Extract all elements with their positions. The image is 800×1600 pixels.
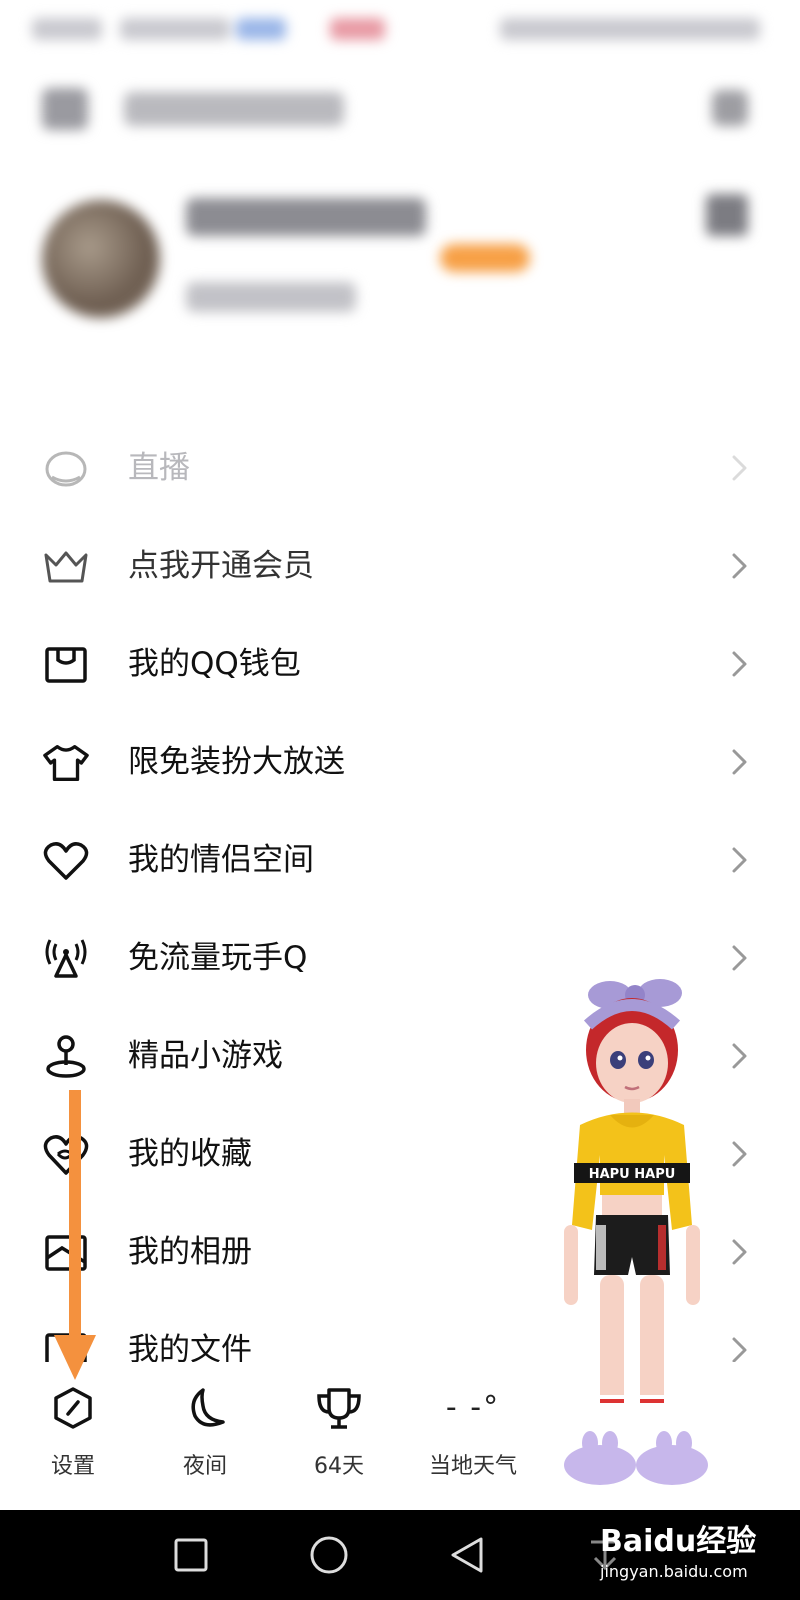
menu-item-wallet[interactable]: 我的QQ钱包 [0, 616, 800, 714]
settings-button[interactable]: 设置 [8, 1362, 138, 1510]
chevron-right-icon [732, 749, 747, 775]
back-button[interactable] [444, 1532, 490, 1578]
weather-temp-value: - -° [445, 1390, 501, 1425]
avatar[interactable] [42, 200, 160, 318]
triangle-back-icon [451, 1537, 483, 1573]
heart-icon [42, 839, 90, 883]
shirt-print: HAPU HAPU [589, 1167, 676, 1182]
menu-item-dressup[interactable]: 限免装扮大放送 [0, 714, 800, 812]
crown-icon [42, 545, 90, 589]
chevron-right-icon [732, 945, 747, 971]
menu-item-label: 免流量玩手Q [128, 940, 308, 976]
chevron-right-icon [732, 651, 747, 677]
menu-item-label: 我的情侣空间 [128, 842, 314, 878]
menu-item-label: 点我开通会员 [128, 548, 314, 584]
header-text [124, 92, 344, 126]
baidu-watermark: Baidu经验 jingyan.baidu.com [600, 1516, 756, 1581]
menu-item-couple-space[interactable]: 我的情侣空间 [0, 812, 800, 910]
menu-item-live[interactable]: 直播 [0, 420, 800, 518]
weather-temp: - -° [428, 1384, 518, 1432]
checkin-days-button[interactable]: 64天 [274, 1362, 404, 1510]
signature [186, 282, 356, 312]
wallet-icon [42, 643, 90, 687]
chevron-right-icon [732, 455, 747, 481]
tshirt-icon [42, 741, 90, 785]
night-mode-button[interactable]: 夜间 [140, 1362, 270, 1510]
nickname [186, 198, 426, 236]
watermark-main: Baidu经验 [600, 1524, 757, 1559]
checkin-days-label: 64天 [314, 1454, 364, 1479]
circle-icon [310, 1536, 348, 1574]
trophy-icon [315, 1384, 363, 1432]
watermark-sub: jingyan.baidu.com [600, 1562, 748, 1581]
recent-apps-button[interactable] [168, 1532, 214, 1578]
scan-icon[interactable] [42, 88, 88, 130]
home-button[interactable] [306, 1532, 352, 1578]
weather-label: 当地天气 [428, 1454, 517, 1479]
weather-button[interactable]: - -° 当地天气 [408, 1362, 538, 1510]
annotation-arrow [54, 1090, 96, 1380]
close-icon[interactable] [712, 90, 748, 126]
moon-icon [181, 1384, 229, 1432]
status-bar [0, 0, 800, 60]
vip-badge [440, 244, 530, 272]
square-icon [174, 1538, 208, 1572]
menu-item-vip[interactable]: 点我开通会员 [0, 518, 800, 616]
settings-label: 设置 [50, 1454, 95, 1479]
menu-item-label: 精品小游戏 [128, 1038, 283, 1074]
night-mode-label: 夜间 [182, 1454, 227, 1479]
settings-icon [49, 1384, 97, 1432]
qr-code-icon[interactable] [706, 194, 748, 236]
menu-item-label: 我的收藏 [128, 1136, 252, 1172]
live-icon [42, 447, 90, 491]
avatar-figure[interactable]: HAPU HAPU [560, 975, 735, 1505]
chevron-right-icon [732, 847, 747, 873]
joystick-icon [42, 1035, 90, 1079]
menu-item-label: 我的相册 [128, 1234, 252, 1270]
signal-tower-icon [42, 937, 90, 981]
menu-item-label: 直播 [128, 450, 190, 486]
menu-item-label: 限免装扮大放送 [128, 744, 345, 780]
menu-item-label: 我的QQ钱包 [128, 646, 301, 682]
chevron-right-icon [732, 553, 747, 579]
